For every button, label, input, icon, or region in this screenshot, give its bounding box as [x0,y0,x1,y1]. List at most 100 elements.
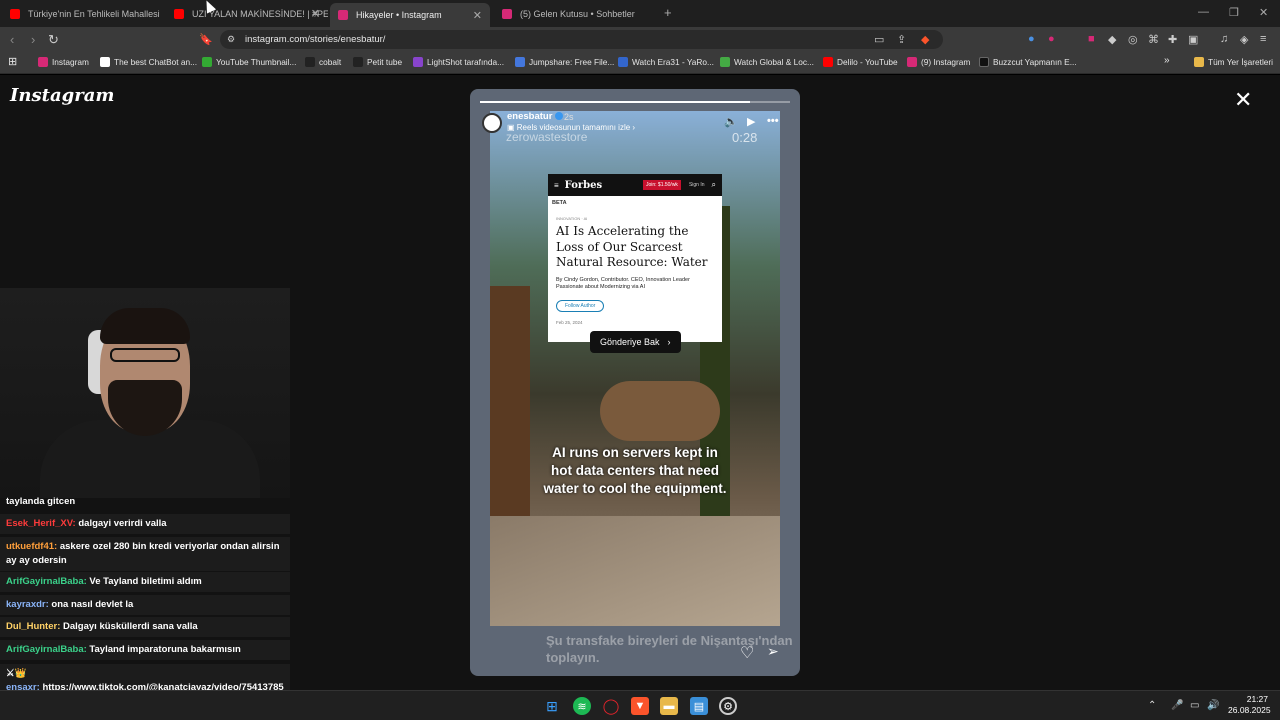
cast-icon[interactable]: ▭ [874,33,884,46]
close-tab-icon[interactable]: ✕ [473,9,482,22]
forbes-sign-in: Sign In [688,182,705,188]
extension-icon[interactable]: ⌘ [1148,33,1159,46]
music-icon[interactable]: ♫ [1220,33,1228,45]
bookmark-item[interactable]: Watch Global & Loc... [720,57,814,67]
brave-icon[interactable]: ▼ [631,697,649,715]
extension-icon[interactable]: ■ [1088,33,1095,45]
more-bookmarks-icon[interactable]: » [1164,55,1170,66]
bookmark-item[interactable]: LightShot tarafında... [413,57,504,67]
extension-icon[interactable]: ● [1028,33,1035,45]
chat-message: kayraxdr: ona nasıl devlet la [0,595,290,615]
chevron-right-icon: › [667,337,671,347]
file-explorer-icon[interactable]: ▬ [660,697,678,715]
heart-icon[interactable]: ♡ [740,643,754,663]
toolbar: ‹ › ↻ 🔖 ⚙ instagram.com/stories/enesbatu… [0,27,1280,52]
tab-3-active[interactable]: Hikayeler • Instagram ✕ [330,3,490,27]
minimize-icon[interactable]: — [1198,6,1209,18]
tray-expand-icon[interactable]: ⌃ [1148,700,1156,711]
maximize-icon[interactable]: ❐ [1229,6,1239,19]
microphone-icon[interactable]: 🎤 [1171,700,1183,711]
bookmark-item[interactable]: YouTube Thumbnail... [202,57,296,67]
stream-chat: taylanda gitcen Esek_Herif_XV: dalgayi v… [0,492,290,712]
address-bar[interactable]: ⚙ instagram.com/stories/enesbatur/ [220,30,943,49]
overlay-text: Şu transfake bireyleri de Nişantaşı'ndan… [546,633,793,665]
wallet-icon[interactable]: ◈ [1240,33,1248,46]
sidebar-icon[interactable]: ▣ [1188,33,1198,46]
instagram-icon [907,57,917,67]
bookmark-icon[interactable]: 🔖 [199,33,213,46]
chat-badges-icon: ⚔👑 [6,668,27,679]
forward-icon[interactable]: › [31,32,35,47]
story-viewer: enesbatur 2s ▣ Reels videosunun tamamını… [470,89,800,676]
youtube-icon [174,8,184,19]
extension-icon[interactable]: ◎ [1128,33,1138,46]
opera-icon[interactable]: ◯ [602,697,620,715]
glasses-graphic [110,348,180,362]
bookmark-item[interactable]: Delilo - YouTube [823,57,898,67]
app-icon[interactable]: ⚙ [719,697,737,715]
instagram-icon [38,57,48,67]
close-tab-icon[interactable]: ✕ [311,7,320,20]
chat-message: taylanda gitcen [6,496,76,507]
network-icon[interactable]: ▭ [1190,700,1199,711]
tab-title: (5) Gelen Kutusu • Sohbetler [520,8,635,19]
verified-badge-icon [555,112,564,121]
bookmark-item[interactable]: cobalt [305,57,341,67]
forbes-join: Join: $1.50/wk [642,180,681,190]
stone-wall-graphic [490,516,780,626]
puzzle-icon[interactable]: ✚ [1168,33,1177,46]
forbes-article-card: ≡ Forbes Join: $1.50/wk Sign In ⌕ BETA I… [548,174,722,342]
tab-1[interactable]: Türkiye'nin En Tehlikeli Mahallesi Kon [2,3,160,24]
site-info-icon[interactable]: ⚙ [227,34,235,45]
bookmark-item[interactable]: Instagram [38,57,89,67]
video-watermark: zerowastestore [506,130,588,144]
story-username[interactable]: enesbatur [507,111,564,122]
tab-4[interactable]: (5) Gelen Kutusu • Sohbetler [494,3,654,24]
tab-title: Türkiye'nin En Tehlikeli Mahallesi Kon [28,8,160,19]
video-timer: 0:28 [732,130,758,145]
share-icon[interactable]: ⇪ [897,33,906,46]
system-clock[interactable]: 21:27 26.08.2025 [1228,694,1271,717]
menu-icon[interactable]: ≡ [1260,33,1266,45]
mute-icon[interactable]: 🔈 [724,115,738,128]
brave-shields-icon[interactable]: ◆ [921,33,929,46]
bookmark-item[interactable]: Buzzcut Yapmanın E... [979,57,1077,67]
view-post-button[interactable]: Gönderiye Bak › [590,331,681,353]
bookmarks-bar: ⊞ Instagram The best ChatBot an... YouTu… [0,52,1280,74]
send-icon[interactable]: ➢ [767,643,779,660]
store-icon[interactable]: ▤ [690,697,708,715]
bookmark-item[interactable]: The best ChatBot an... [100,57,197,67]
extension-icon[interactable]: ● [1048,33,1055,45]
search-icon: ⌕ [711,180,716,189]
forbes-follow: Follow Author [556,300,605,313]
reload-icon[interactable]: ↻ [48,32,59,48]
close-story-icon[interactable]: ✕ [1234,87,1252,113]
play-icon[interactable]: ▶ [747,115,755,128]
more-options-icon[interactable]: ••• [767,115,779,127]
back-icon[interactable]: ‹ [10,32,14,47]
volume-icon[interactable]: 🔊 [1207,700,1219,711]
windows-start-icon[interactable]: ⊞ [543,697,561,715]
instagram-logo[interactable]: Instagram [10,85,114,106]
all-bookmarks[interactable]: Tüm Yer İşaretleri [1194,57,1273,67]
new-tab-icon[interactable]: + [664,5,672,20]
bookmark-item[interactable]: Petit tube [353,57,402,67]
bookmark-item[interactable]: (9) Instagram [907,57,970,67]
tab-2[interactable]: UZI YALAN MAKİNESİNDE! | #PE ✕ [166,3,328,24]
extension-icon[interactable]: ◆ [1108,33,1116,46]
folder-icon [1194,57,1204,67]
chat-username: kayraxdr: [6,599,49,610]
chat-message: utkuefdf41: askere ozel 280 bin kredi ve… [0,537,290,571]
chat-username: ArifGayirnalBaba: [6,644,87,655]
chat-message: Dul_Hunter: Dalgayı küsküllerdi sana val… [0,617,290,637]
spotify-icon[interactable]: ≋ [573,697,591,715]
bookmark-item[interactable]: Watch Era31 - YaRo... [618,57,714,67]
globe-icon [618,57,628,67]
url-text: instagram.com/stories/enesbatur/ [245,34,386,45]
bookmark-item[interactable]: Jumpshare: Free File... [515,57,614,67]
close-window-icon[interactable]: ✕ [1259,6,1268,19]
tiktok-icon [979,57,989,67]
chat-username: Esek_Herif_XV: [6,518,76,529]
apps-icon[interactable]: ⊞ [8,55,17,68]
avatar[interactable] [482,113,502,133]
